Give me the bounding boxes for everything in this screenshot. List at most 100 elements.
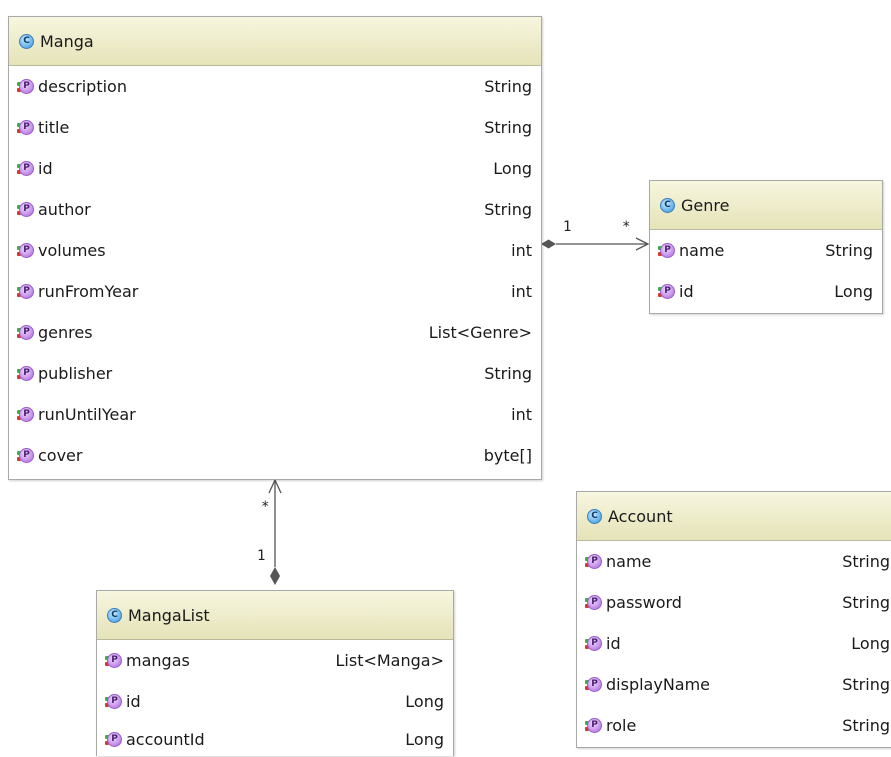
property-row[interactable]: P mangas List<Manga> <box>97 640 453 681</box>
property-name: author <box>38 200 91 219</box>
class-icon: C <box>587 508 602 524</box>
property-name: title <box>38 118 70 137</box>
property-icon: P <box>17 160 34 177</box>
property-type: Long <box>405 692 444 711</box>
property-type: String <box>484 364 532 383</box>
manga-genre-association[interactable] <box>541 237 650 251</box>
property-name: runUntilYear <box>38 405 136 424</box>
property-name: name <box>679 241 725 260</box>
property-icon: P <box>585 635 602 652</box>
property-icon: P <box>585 553 602 570</box>
property-icon: P <box>17 365 34 382</box>
property-type: int <box>511 282 532 301</box>
property-name: cover <box>38 446 83 465</box>
class-icon: C <box>107 607 122 623</box>
property-type: int <box>511 405 532 424</box>
property-name: publisher <box>38 364 113 383</box>
property-row[interactable]: P runFromYear int <box>9 271 541 312</box>
property-icon: P <box>585 676 602 693</box>
property-name: runFromYear <box>38 282 139 301</box>
composition-diamond-icon <box>270 567 280 585</box>
mangalist-manga-association[interactable] <box>268 478 282 585</box>
property-row[interactable]: P id Long <box>577 623 890 664</box>
property-row[interactable]: P accountId Long <box>97 722 453 757</box>
property-type: String <box>825 241 873 260</box>
property-name: id <box>679 282 694 301</box>
property-row[interactable]: P description String <box>9 66 541 107</box>
property-row[interactable]: P name String <box>577 541 890 582</box>
composition-diamond-icon <box>541 239 556 249</box>
property-icon: P <box>585 594 602 611</box>
property-type: int <box>511 241 532 260</box>
property-type: String <box>484 200 532 219</box>
manga-genre-target-multiplicity: * <box>622 219 631 235</box>
property-type: String <box>842 552 890 571</box>
property-row[interactable]: P role String <box>577 705 890 746</box>
property-row[interactable]: P password String <box>577 582 890 623</box>
property-type: Long <box>834 282 873 301</box>
property-name: genres <box>38 323 93 342</box>
property-name: password <box>606 593 682 612</box>
property-row[interactable]: P volumes int <box>9 230 541 271</box>
property-icon: P <box>17 283 34 300</box>
class-header[interactable]: C Manga <box>9 17 541 66</box>
property-type: String <box>842 716 890 735</box>
class-header[interactable]: C Genre <box>650 181 882 230</box>
property-type: List<Genre> <box>428 323 532 342</box>
property-type: String <box>484 77 532 96</box>
property-row[interactable]: P id Long <box>9 148 541 189</box>
property-row[interactable]: P name String <box>650 230 882 271</box>
property-icon: P <box>585 717 602 734</box>
property-name: description <box>38 77 127 96</box>
property-name: name <box>606 552 652 571</box>
manga-genre-source-multiplicity: 1 <box>563 219 572 235</box>
property-name: volumes <box>38 241 106 260</box>
property-type: Long <box>493 159 532 178</box>
property-name: displayName <box>606 675 711 694</box>
property-row[interactable]: P author String <box>9 189 541 230</box>
class-account[interactable]: C Account P name String P password Strin… <box>576 491 891 748</box>
property-row[interactable]: P id Long <box>650 271 882 312</box>
property-name: mangas <box>126 651 190 670</box>
property-row[interactable]: P title String <box>9 107 541 148</box>
property-row[interactable]: P id Long <box>97 681 453 722</box>
property-name: accountId <box>126 730 205 749</box>
property-icon: P <box>17 201 34 218</box>
class-name: MangaList <box>128 605 210 625</box>
property-icon: P <box>17 447 34 464</box>
mangalist-manga-source-multiplicity: 1 <box>257 548 266 564</box>
property-icon: P <box>17 406 34 423</box>
class-icon: C <box>19 33 34 49</box>
property-icon: P <box>658 242 675 259</box>
property-name: id <box>126 692 141 711</box>
property-icon: P <box>17 78 34 95</box>
property-type: List<Manga> <box>335 651 445 670</box>
property-name: role <box>606 716 637 735</box>
class-name: Genre <box>681 195 730 215</box>
property-type: byte[] <box>483 446 532 465</box>
property-row[interactable]: P genres List<Genre> <box>9 312 541 353</box>
property-icon: P <box>17 324 34 341</box>
class-mangalist[interactable]: C MangaList P mangas List<Manga> P id Lo… <box>96 590 454 756</box>
property-type: String <box>842 675 890 694</box>
class-name: Manga <box>40 31 94 51</box>
property-icon: P <box>17 242 34 259</box>
property-icon: P <box>658 283 675 300</box>
property-type: String <box>484 118 532 137</box>
property-name: id <box>38 159 53 178</box>
property-name: id <box>606 634 621 653</box>
property-row[interactable]: P runUntilYear int <box>9 394 541 435</box>
property-icon: P <box>105 731 122 748</box>
class-genre[interactable]: C Genre P name String P id Long <box>649 180 883 314</box>
class-manga[interactable]: C Manga P description String P title Str… <box>8 16 542 480</box>
property-row[interactable]: P cover byte[] <box>9 435 541 476</box>
property-row[interactable]: P publisher String <box>9 353 541 394</box>
class-icon: C <box>660 197 675 213</box>
class-header[interactable]: C MangaList <box>97 591 453 640</box>
property-icon: P <box>17 119 34 136</box>
mangalist-manga-target-multiplicity: * <box>261 499 270 515</box>
property-type: Long <box>851 634 890 653</box>
class-header[interactable]: C Account <box>577 492 891 541</box>
property-icon: P <box>105 652 122 669</box>
property-row[interactable]: P displayName String <box>577 664 890 705</box>
